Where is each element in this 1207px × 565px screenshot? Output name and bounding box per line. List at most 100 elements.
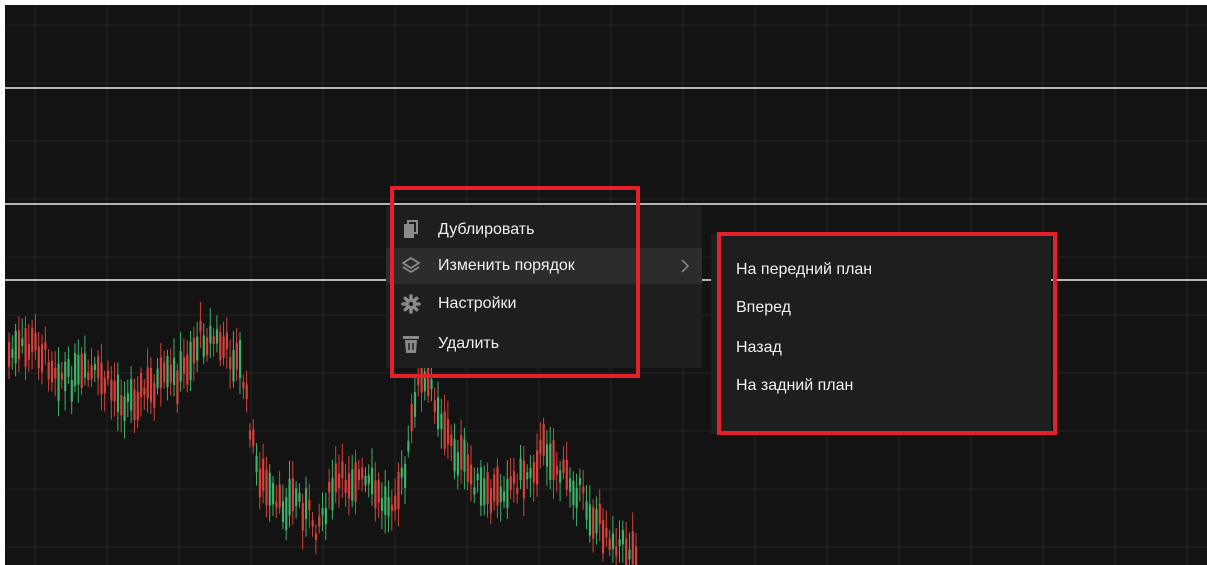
candle-body [146, 367, 149, 399]
candle-body [265, 469, 268, 506]
candle-body [456, 452, 459, 476]
candle-body [519, 458, 522, 481]
candle-body [215, 329, 219, 344]
candle-body [209, 325, 212, 344]
candle-body [542, 424, 545, 456]
delete-menu-item[interactable]: Удалить [386, 326, 702, 362]
candle-body [595, 508, 598, 534]
candle-body [87, 372, 90, 381]
copy-icon [401, 220, 421, 240]
candle-body [397, 471, 400, 509]
menu-item-label: Вперед [736, 299, 792, 316]
candle-body [143, 387, 146, 395]
candle-body [90, 365, 93, 380]
send-backward-menu-item[interactable]: Назад [711, 330, 1051, 366]
candle-body [107, 370, 110, 380]
candle-body [305, 488, 308, 520]
candle-body [116, 374, 120, 412]
candle-body [503, 491, 506, 502]
bring-to-front-menu-item[interactable]: На передний план [711, 252, 1051, 288]
change-order-menu-item[interactable]: Изменить порядок [386, 248, 702, 284]
candle-body [97, 356, 100, 379]
candle-body [407, 440, 410, 452]
candle-body [314, 533, 318, 541]
candle-body [489, 488, 492, 513]
menu-item-label: Дублировать [438, 221, 535, 238]
candle-body [21, 338, 24, 347]
candle-body [341, 461, 344, 479]
candle-body [592, 507, 595, 539]
candle-body [100, 362, 103, 394]
candle-body [41, 344, 44, 373]
candle-body [14, 330, 17, 364]
layers-icon [401, 256, 421, 276]
candle-body [103, 378, 106, 394]
bring-forward-menu-item[interactable]: Вперед [711, 290, 1051, 326]
candle-body [420, 366, 423, 393]
candle-body [67, 358, 70, 377]
candle-body [483, 478, 486, 506]
candle-body [301, 502, 304, 531]
gear-icon [401, 294, 421, 314]
candle-body [272, 483, 275, 505]
candle-body [506, 479, 509, 509]
candle-body [278, 484, 281, 508]
candle-body [466, 454, 469, 482]
send-to-back-menu-item[interactable]: На задний план [711, 368, 1051, 404]
candle-body [380, 498, 384, 511]
trash-icon [401, 334, 421, 354]
candle-body [410, 403, 413, 432]
candle-body [473, 487, 476, 495]
candle-body [631, 531, 634, 565]
candle-body [536, 450, 539, 485]
candle-body [552, 440, 555, 481]
candle-body [479, 467, 483, 506]
candle-body [31, 327, 34, 353]
candle-body [110, 379, 113, 401]
candle-body [344, 479, 347, 493]
candle-body [549, 443, 552, 480]
candle-body [120, 395, 123, 416]
candle-body [605, 527, 608, 538]
candle-body [8, 341, 11, 367]
candle-body [324, 508, 327, 525]
candle-body [565, 460, 568, 490]
candle-body [615, 546, 618, 557]
candle-body [532, 462, 535, 483]
candle-body [578, 478, 582, 486]
candle-body [93, 364, 96, 371]
candle-body [268, 472, 271, 506]
candle-body [635, 546, 638, 565]
candle-body [512, 471, 516, 484]
candle-body [80, 353, 83, 389]
candle-body [219, 332, 222, 361]
candle-body [136, 391, 139, 421]
candle-body [437, 397, 440, 430]
candle-body [526, 472, 529, 480]
candle-body [588, 504, 591, 536]
candle-body [60, 372, 63, 380]
candle-body [232, 349, 235, 382]
candle-body [522, 460, 525, 499]
candle-body [153, 382, 156, 409]
candle-body [496, 466, 499, 506]
candle-body [351, 469, 354, 501]
candle-body [311, 520, 314, 527]
settings-menu-item[interactable]: Настройки [386, 286, 702, 322]
candle-body [433, 400, 436, 413]
candle-body [486, 471, 489, 505]
duplicate-menu-item[interactable]: Дублировать [386, 212, 702, 248]
menu-item-label: На передний план [736, 261, 873, 278]
candle-body [559, 470, 562, 483]
candle-body [229, 357, 232, 369]
candle-body [258, 468, 261, 498]
candle-body [463, 439, 466, 472]
chevron-right-icon [676, 256, 694, 276]
candle-body [476, 473, 479, 481]
candle-body [24, 328, 27, 367]
candle-body [453, 439, 456, 472]
reorder-submenu: На передний план Вперед Назад На задний … [711, 234, 1051, 434]
candle-body [37, 346, 40, 369]
candle-body [298, 492, 301, 502]
candle-body [126, 393, 129, 402]
